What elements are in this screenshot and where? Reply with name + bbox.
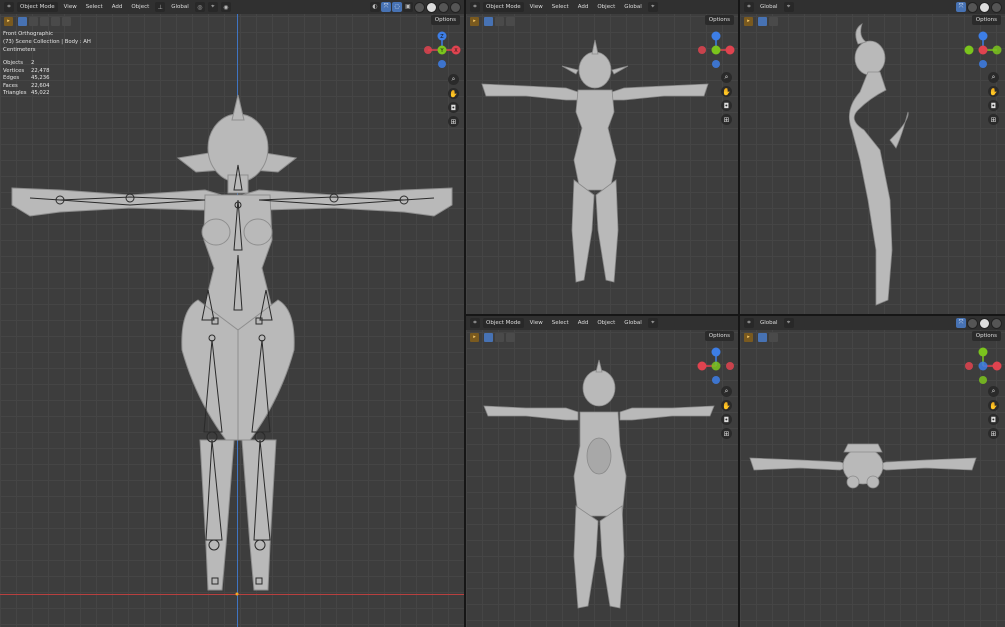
viewport-front-mesh[interactable]: ⌗ Object Mode View Select Add Object Glo… [466,0,738,314]
character-model-back[interactable] [466,316,738,627]
character-model-bottom[interactable] [740,316,1005,627]
character-model-side[interactable] [740,0,1005,314]
viewport-front-main[interactable]: ⌗ Object Mode View Select Add Object ⊥ G… [0,0,464,627]
character-model-front-small[interactable] [466,0,738,314]
viewport-bottom[interactable]: ⌗ Global ⌖ ⤧ ▸ Options ⌕ ✋ ◘ ⊞ [740,316,1005,627]
viewport-side[interactable]: ⌗ Global ⌖ ⤧ ▸ Options ⌕ ✋ ◘ ⊞ [740,0,1005,314]
viewport-back[interactable]: ⌗ Object Mode View Select Add Object Glo… [466,316,738,627]
character-model-front[interactable] [0,0,464,627]
